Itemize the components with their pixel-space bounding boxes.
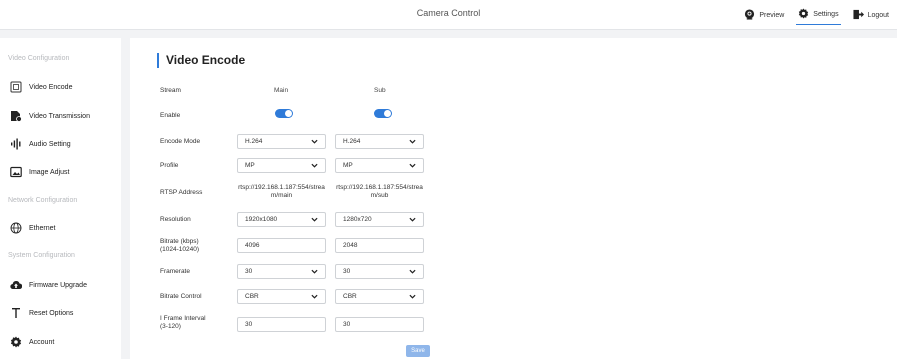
label-bitrate: Bitrate (kbps) (1024-10240) — [160, 238, 200, 253]
sidebar-item-ethernet[interactable]: Ethernet — [10, 221, 55, 235]
chevron-down-icon — [311, 163, 318, 168]
rtsp-main-value: rtsp://192.168.1.187:554/stream/main — [238, 184, 325, 199]
sidebar-item-label: Image Adjust — [29, 168, 70, 176]
sidebar-item-label: Reset Options — [29, 309, 74, 317]
rtsp-sub-value: rtsp://192.168.1.187:554/stream/sub — [336, 184, 423, 199]
bitrate-main-input[interactable]: 4096 — [237, 238, 326, 253]
framerate-sub-select[interactable]: 30 — [335, 264, 424, 279]
sidebar-item-label: Firmware Upgrade — [29, 281, 87, 289]
top-nav: Preview Settings Logout — [742, 5, 891, 25]
account-gear-icon — [10, 336, 22, 348]
video-encode-icon — [10, 81, 22, 93]
select-value: 30 — [343, 268, 351, 275]
iframe-sub-input[interactable]: 30 — [335, 317, 424, 332]
enable-main-toggle[interactable] — [275, 109, 293, 118]
image-icon — [10, 166, 22, 178]
chevron-down-icon — [311, 269, 318, 274]
camera-icon — [744, 8, 755, 22]
label-framerate: Framerate — [160, 268, 190, 275]
logout-icon — [853, 9, 864, 22]
sidebar-section-system: System Configuration — [8, 252, 75, 259]
iframe-main-input[interactable]: 30 — [237, 317, 326, 332]
sidebar-item-label: Video Transmission — [29, 112, 90, 120]
save-button[interactable]: Save — [406, 345, 430, 357]
sidebar-item-label: Audio Setting — [29, 140, 71, 148]
enable-sub-toggle[interactable] — [374, 109, 392, 118]
chevron-down-icon — [311, 139, 318, 144]
sidebar-item-video-encode[interactable]: Video Encode — [10, 80, 72, 94]
bitrate-control-main-select[interactable]: CBR — [237, 289, 326, 304]
nav-settings-label: Settings — [813, 11, 839, 18]
column-head-sub: Sub — [374, 87, 386, 94]
framerate-main-select[interactable]: 30 — [237, 264, 326, 279]
select-value: CBR — [343, 293, 357, 300]
select-value: H.264 — [343, 138, 361, 145]
encode-mode-main-select[interactable]: H.264 — [237, 134, 326, 149]
select-value: MP — [343, 162, 353, 169]
sidebar-item-account[interactable]: Account — [10, 335, 54, 349]
top-bar: Camera Control Preview Settings Logout — [0, 0, 897, 30]
select-value: H.264 — [245, 138, 263, 145]
chevron-down-icon — [409, 217, 416, 222]
nav-logout-label: Logout — [867, 11, 889, 19]
resolution-main-select[interactable]: 1920x1080 — [237, 212, 326, 227]
label-encode-mode: Encode Mode — [160, 138, 201, 145]
chevron-down-icon — [409, 269, 416, 274]
reset-icon — [10, 307, 22, 319]
nav-logout[interactable]: Logout — [851, 5, 891, 25]
bitrate-sub-input[interactable]: 2048 — [335, 238, 424, 253]
sidebar-item-reset-options[interactable]: Reset Options — [10, 306, 73, 320]
sidebar-item-image-adjust[interactable]: Image Adjust — [10, 165, 69, 179]
label-enable: Enable — [160, 112, 181, 119]
nav-settings[interactable]: Settings — [796, 5, 841, 25]
label-bitrate-control: Bitrate Control — [160, 293, 202, 300]
sidebar-item-label: Ethernet — [29, 224, 56, 232]
chevron-down-icon — [409, 294, 416, 299]
video-transmission-icon — [10, 110, 22, 122]
sidebar-item-video-transmission[interactable]: Video Transmission — [10, 109, 90, 123]
resolution-sub-select[interactable]: 1280x720 — [335, 212, 424, 227]
chevron-down-icon — [311, 294, 318, 299]
sidebar-item-firmware-upgrade[interactable]: Firmware Upgrade — [10, 278, 87, 292]
column-head-main: Main — [274, 87, 289, 94]
select-value: 1920x1080 — [245, 216, 278, 223]
sidebar-item-label: Video Encode — [29, 83, 73, 91]
page-title: Video Encode — [157, 53, 245, 68]
audio-icon — [10, 138, 22, 150]
bitrate-control-sub-select[interactable]: CBR — [335, 289, 424, 304]
select-value: MP — [245, 162, 255, 169]
profile-main-select[interactable]: MP — [237, 158, 326, 173]
select-value: 1280x720 — [343, 216, 372, 223]
label-resolution: Resolution — [160, 216, 191, 223]
label-profile: Profile — [160, 162, 179, 169]
profile-sub-select[interactable]: MP — [335, 158, 424, 173]
sidebar-item-label: Account — [29, 338, 55, 346]
sidebar-section-video: Video Configuration — [8, 55, 70, 62]
select-value: CBR — [245, 293, 259, 300]
sidebar-item-audio-setting[interactable]: Audio Setting — [10, 137, 71, 151]
chevron-down-icon — [409, 139, 416, 144]
chevron-down-icon — [311, 217, 318, 222]
encode-mode-sub-select[interactable]: H.264 — [335, 134, 424, 149]
label-rtsp-address: RTSP Address — [160, 189, 203, 196]
gear-icon — [798, 8, 809, 21]
chevron-down-icon — [409, 163, 416, 168]
sidebar-section-network: Network Configuration — [8, 197, 78, 204]
label-iframe-interval: I Frame Interval (3-120) — [160, 315, 206, 330]
nav-preview-label: Preview — [759, 11, 785, 19]
main-panel: Video Encode Stream Main Sub Enable Enco… — [130, 38, 897, 359]
label-stream: Stream — [160, 87, 181, 94]
sidebar: Video Configuration Video Encode Video T… — [0, 38, 121, 359]
globe-icon — [10, 222, 22, 234]
nav-preview[interactable]: Preview — [742, 5, 786, 25]
cloud-upload-icon — [10, 279, 22, 291]
select-value: 30 — [245, 268, 253, 275]
